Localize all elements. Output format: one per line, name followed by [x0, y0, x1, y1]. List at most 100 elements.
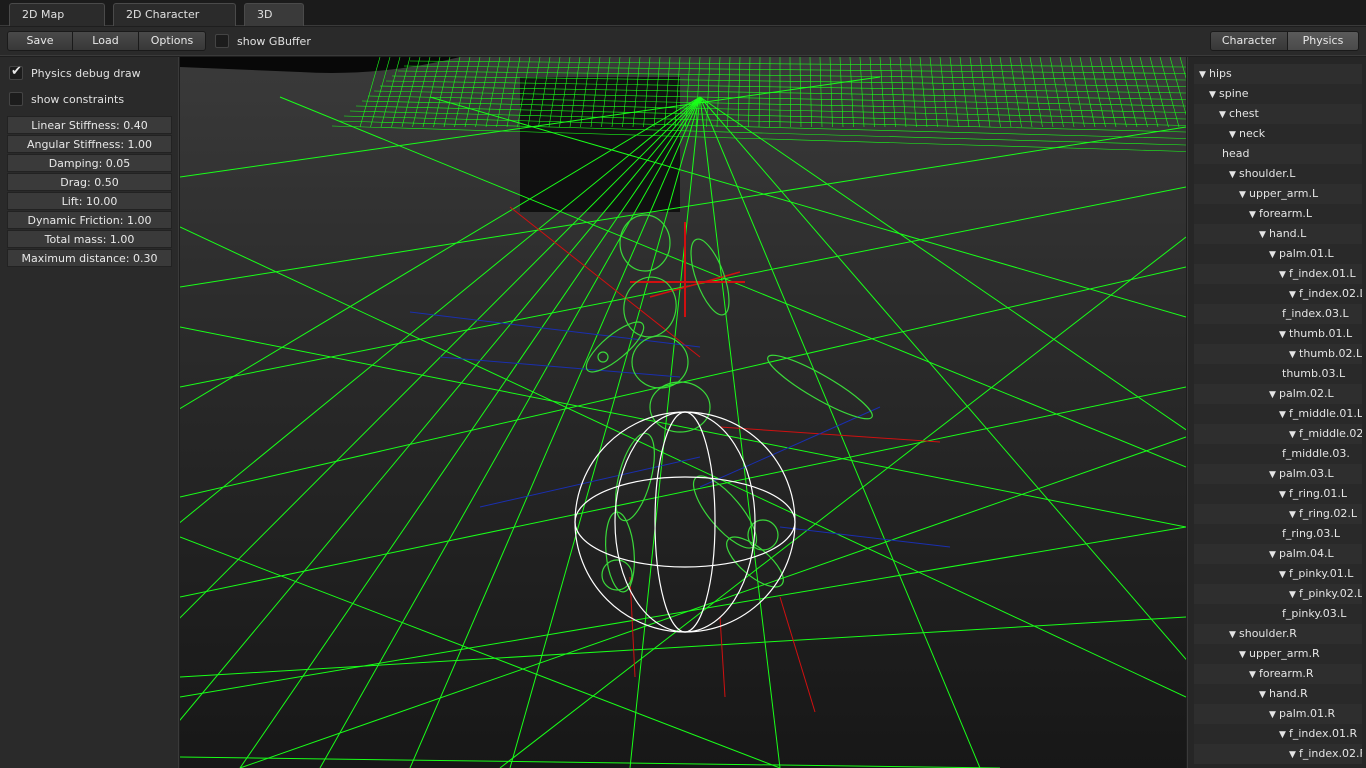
bone-tree-item[interactable]: ▼ spine	[1194, 84, 1362, 104]
bone-tree-item[interactable]: ▼ hand.L	[1194, 224, 1362, 244]
bone-name: f_middle.01.L	[1289, 407, 1362, 420]
expand-arrow-icon[interactable]: ▼	[1259, 685, 1269, 704]
bone-tree-item[interactable]: ▼ hips	[1194, 64, 1362, 84]
bone-tree-item[interactable]: ▼ neck	[1194, 124, 1362, 144]
bone-tree-item[interactable]: f_ring.03.L	[1194, 524, 1362, 544]
expand-arrow-icon[interactable]: ▼	[1199, 65, 1209, 84]
bone-tree-item[interactable]: ▼ f_index.02.F	[1194, 744, 1362, 764]
bone-tree-item[interactable]: ▼ f_ring.01.L	[1194, 484, 1362, 504]
bone-tree-item[interactable]: ▼ f_index.01.R	[1194, 724, 1362, 744]
bone-tree-item[interactable]: ▼ f_pinky.02.L	[1194, 584, 1362, 604]
bone-tree-item[interactable]: ▼ f_index.02.L	[1194, 284, 1362, 304]
physics-debug-draw-checkbox[interactable]: ✔	[9, 64, 23, 80]
expand-arrow-icon[interactable]: ▼	[1219, 105, 1229, 124]
bone-name: f_middle.02.	[1299, 427, 1362, 440]
save-button[interactable]: Save	[7, 31, 73, 51]
total-mass-slider[interactable]: Total mass: 1.00	[7, 230, 172, 248]
bone-tree-item[interactable]: ▼ chest	[1194, 104, 1362, 124]
expand-arrow-icon[interactable]: ▼	[1279, 325, 1289, 344]
expand-arrow-icon[interactable]: ▼	[1269, 705, 1279, 724]
bone-tree-item[interactable]: ▼ shoulder.L	[1194, 164, 1362, 184]
drag-slider[interactable]: Drag: 0.50	[7, 173, 172, 191]
bone-tree-item[interactable]: ▼ palm.02.L	[1194, 384, 1362, 404]
expand-arrow-icon[interactable]: ▼	[1279, 565, 1289, 584]
expand-arrow-icon[interactable]: ▼	[1209, 85, 1219, 104]
back-wall-panel	[520, 77, 680, 212]
expand-arrow-icon[interactable]: ▼	[1269, 245, 1279, 264]
bone-name: chest	[1229, 107, 1259, 120]
tab-2d-character-editor[interactable]: 2D Character Editor	[113, 3, 236, 43]
expand-arrow-icon[interactable]: ▼	[1239, 645, 1249, 664]
show-gbuffer-checkbox[interactable]	[215, 34, 229, 48]
expand-arrow-icon[interactable]: ▼	[1289, 585, 1299, 604]
maximum-distance-slider[interactable]: Maximum distance: 0.30	[7, 249, 172, 267]
bone-tree-item[interactable]: ▼ f_middle.02.	[1194, 424, 1362, 444]
expand-arrow-icon[interactable]: ▼	[1289, 285, 1299, 304]
expand-arrow-icon[interactable]: ▼	[1229, 625, 1239, 644]
checkmark-icon: ✔	[11, 64, 22, 79]
bone-tree-item[interactable]: ▼ forearm.L	[1194, 204, 1362, 224]
expand-arrow-icon[interactable]: ▼	[1279, 265, 1289, 284]
bone-tree-item[interactable]: thumb.03.L	[1194, 364, 1362, 384]
physics-mode-button[interactable]: Physics	[1287, 31, 1359, 51]
expand-arrow-icon[interactable]: ▼	[1239, 185, 1249, 204]
bone-tree-item[interactable]: ▼ forearm.R	[1194, 664, 1362, 684]
bone-tree-item[interactable]: ▼ hand.R	[1194, 684, 1362, 704]
expand-arrow-icon[interactable]: ▼	[1259, 225, 1269, 244]
tab-2d-map-editor[interactable]: 2D Map Editor	[9, 3, 105, 43]
bone-tree-item[interactable]: ▼ f_ring.02.L	[1194, 504, 1362, 524]
expand-arrow-icon[interactable]: ▼	[1289, 505, 1299, 524]
expand-arrow-icon[interactable]: ▼	[1279, 405, 1289, 424]
bone-tree-item[interactable]: ▼ palm.04.L	[1194, 544, 1362, 564]
bone-name: f_pinky.02.L	[1299, 587, 1362, 600]
bone-name: hips	[1209, 67, 1232, 80]
bone-tree-item[interactable]: ▼ f_index.01.L	[1194, 264, 1362, 284]
bone-tree-item[interactable]: ▼ palm.01.R	[1194, 704, 1362, 724]
expand-arrow-icon[interactable]: ▼	[1279, 725, 1289, 744]
bone-tree-item[interactable]: ▼ palm.01.L	[1194, 244, 1362, 264]
bone-tree-item[interactable]: ▼ shoulder.R	[1194, 624, 1362, 644]
bone-name: f_index.01.L	[1289, 267, 1356, 280]
expand-arrow-icon[interactable]: ▼	[1289, 345, 1299, 364]
expand-arrow-icon[interactable]: ▼	[1229, 165, 1239, 184]
show-constraints-label: show constraints	[31, 93, 125, 106]
options-button[interactable]: Options	[138, 31, 206, 51]
bone-name: palm.01.R	[1279, 707, 1336, 720]
bone-name: palm.03.L	[1279, 467, 1334, 480]
expand-arrow-icon[interactable]: ▼	[1269, 385, 1279, 404]
expand-arrow-icon[interactable]: ▼	[1249, 665, 1259, 684]
tab-3d-test[interactable]: 3D Test	[244, 3, 304, 43]
bone-name: thumb.03.L	[1282, 367, 1346, 380]
expand-arrow-icon[interactable]: ▼	[1249, 205, 1259, 224]
linear-stiffness-slider[interactable]: Linear Stiffness: 0.40	[7, 116, 172, 134]
expand-arrow-icon[interactable]: ▼	[1229, 125, 1239, 144]
lift-slider[interactable]: Lift: 10.00	[7, 192, 172, 210]
expand-arrow-icon[interactable]: ▼	[1279, 485, 1289, 504]
bone-tree-item[interactable]: f_index.03.L	[1194, 304, 1362, 324]
bone-tree-item[interactable]: ▼ upper_arm.R	[1194, 644, 1362, 664]
expand-arrow-icon[interactable]: ▼	[1289, 745, 1299, 764]
bone-tree-item[interactable]: ▼ palm.03.L	[1194, 464, 1362, 484]
bone-tree-item[interactable]: f_middle.03.	[1194, 444, 1362, 464]
bone-name: palm.04.L	[1279, 547, 1334, 560]
bone-tree-item[interactable]: ▼ upper_arm.L	[1194, 184, 1362, 204]
expand-arrow-icon[interactable]: ▼	[1269, 465, 1279, 484]
dynamic-friction-slider[interactable]: Dynamic Friction: 1.00	[7, 211, 172, 229]
expand-arrow-icon[interactable]: ▼	[1269, 545, 1279, 564]
expand-arrow-icon[interactable]: ▼	[1289, 425, 1299, 444]
load-button[interactable]: Load	[72, 31, 139, 51]
bone-name: f_index.01.R	[1289, 727, 1358, 740]
bone-hierarchy-panel: ▼ hips ▼ spine ▼ chest ▼ neck head ▼ shoulder.L ▼ up…	[1187, 57, 1366, 768]
bone-tree-item[interactable]: ▼ f_middle.01.L	[1194, 404, 1362, 424]
bone-tree-item[interactable]: ▼ thumb.01.L	[1194, 324, 1362, 344]
bone-tree-item[interactable]: f_pinky.03.L	[1194, 604, 1362, 624]
bone-tree-item[interactable]: ▼ f_pinky.01.L	[1194, 564, 1362, 584]
show-gbuffer-label: show GBuffer	[237, 35, 311, 48]
damping-slider[interactable]: Damping: 0.05	[7, 154, 172, 172]
show-constraints-checkbox[interactable]	[9, 92, 23, 106]
character-mode-button[interactable]: Character	[1210, 31, 1288, 51]
3d-viewport[interactable]	[180, 57, 1186, 768]
bone-tree-item[interactable]: head	[1194, 144, 1362, 164]
angular-stiffness-slider[interactable]: Angular Stiffness: 1.00	[7, 135, 172, 153]
bone-tree-item[interactable]: ▼ thumb.02.L	[1194, 344, 1362, 364]
